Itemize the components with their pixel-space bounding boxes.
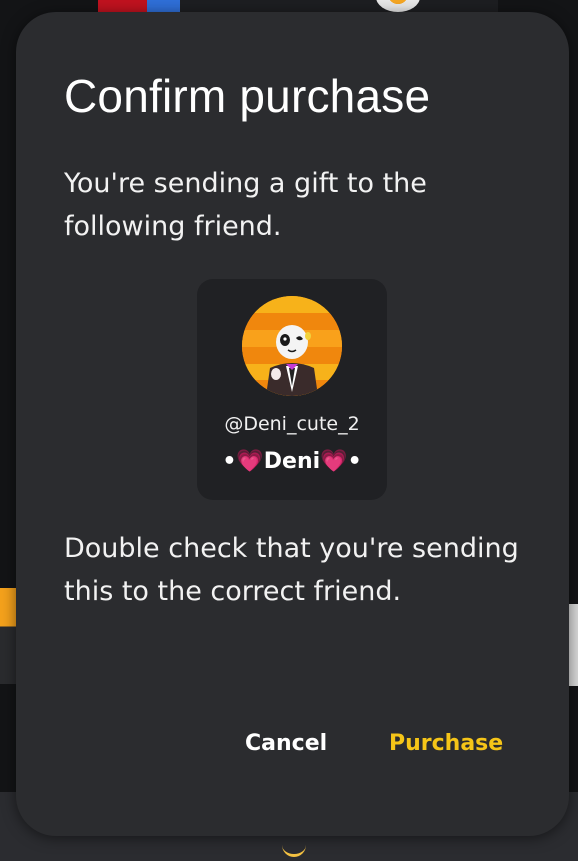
friend-username: @Deni_cute_2 xyxy=(224,413,360,435)
friend-display-name: •💗Deni💗• xyxy=(222,449,362,474)
dialog-title: Confirm purchase xyxy=(64,70,431,122)
confirm-purchase-dialog: Confirm purchase You're sending a gift t… xyxy=(16,12,569,836)
warning-text: Double check that you're sending this to… xyxy=(64,533,519,607)
purchase-button[interactable]: Purchase xyxy=(383,727,509,760)
friend-avatar xyxy=(242,296,342,396)
cancel-button[interactable]: Cancel xyxy=(239,727,333,760)
intro-text: You're sending a gift to the following f… xyxy=(64,168,427,242)
friend-card: @Deni_cute_2 •💗Deni💗• xyxy=(197,279,387,500)
friend-avatar-image xyxy=(242,296,342,396)
background-thumbnail xyxy=(98,0,180,12)
